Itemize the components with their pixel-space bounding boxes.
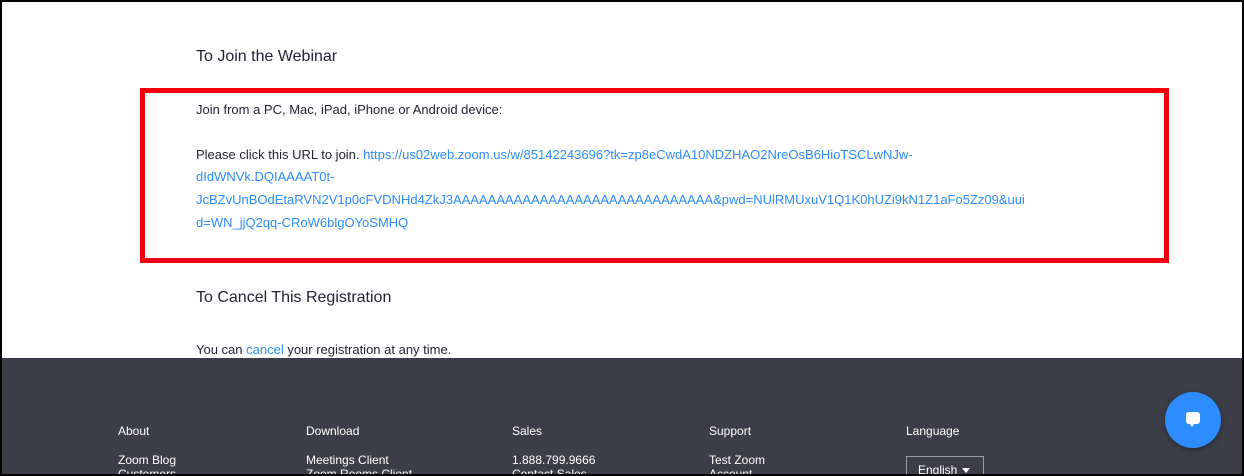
cancel-suffix: your registration at any time. — [283, 342, 452, 357]
join-url-line: Please click this URL to join. https://u… — [196, 147, 913, 162]
footer-link-test-zoom[interactable]: Test Zoom — [709, 453, 765, 467]
join-url-prefix: Please click this URL to join. — [196, 147, 364, 162]
cancel-registration-title: To Cancel This Registration — [196, 289, 392, 306]
cancel-line: You can cancel your registration at any … — [196, 342, 451, 357]
footer-link-account[interactable]: Account — [709, 467, 765, 474]
footer-link-meetings-client[interactable]: Meetings Client — [306, 453, 412, 467]
site-footer: About Zoom Blog Customers Download Meeti… — [2, 358, 1242, 476]
caret-down-icon — [962, 468, 971, 474]
footer-link-customers[interactable]: Customers — [118, 467, 176, 474]
footer-link-sales-phone[interactable]: 1.888.799.9666 — [512, 453, 595, 467]
cancel-prefix: You can — [196, 342, 247, 357]
footer-column-sales: Sales 1.888.799.9666 Contact Sales — [512, 424, 595, 474]
join-url-link-part-1[interactable]: https://us02web.zoom.us/w/85142243696?tk… — [363, 147, 913, 162]
chat-button[interactable] — [1165, 392, 1221, 448]
join-webinar-title: To Join the Webinar — [196, 48, 338, 65]
footer-heading-language: Language — [906, 424, 960, 438]
chat-bubble-icon — [1186, 412, 1200, 427]
page-frame: To Join the Webinar Join from a PC, Mac,… — [0, 0, 1244, 476]
footer-column-download: Download Meetings Client Zoom Rooms Clie… — [306, 424, 412, 474]
join-url-link-part-4[interactable]: d=WN_jjQ2qq-CRoW6blgOYoSMHQ — [196, 215, 408, 230]
join-url-link-part-3[interactable]: JcBZvUnBOdEtaRVN2V1p0cFVDNHd4ZkJ3AAAAAAA… — [196, 192, 1025, 207]
join-device-text: Join from a PC, Mac, iPad, iPhone or And… — [196, 102, 503, 117]
footer-heading-support: Support — [709, 424, 752, 438]
footer-column-about: About Zoom Blog Customers — [118, 424, 176, 474]
footer-column-language: Language — [906, 424, 959, 453]
cancel-link[interactable]: cancel — [246, 342, 284, 357]
join-url-link-part-2[interactable]: dIdWNVk.DQIAAAAT0t- — [196, 169, 334, 184]
language-selected-value: English — [918, 463, 958, 476]
language-select[interactable]: English — [906, 456, 984, 476]
footer-link-contact-sales[interactable]: Contact Sales — [512, 467, 595, 474]
footer-link-zoom-blog[interactable]: Zoom Blog — [118, 453, 176, 467]
footer-heading-sales: Sales — [512, 424, 543, 438]
footer-column-support: Support Test Zoom Account — [709, 424, 765, 474]
footer-heading-download: Download — [306, 424, 360, 438]
footer-link-zoom-rooms-client[interactable]: Zoom Rooms Client — [306, 467, 412, 474]
footer-heading-about: About — [118, 424, 150, 438]
registration-content: To Join the Webinar Join from a PC, Mac,… — [2, 2, 1242, 358]
